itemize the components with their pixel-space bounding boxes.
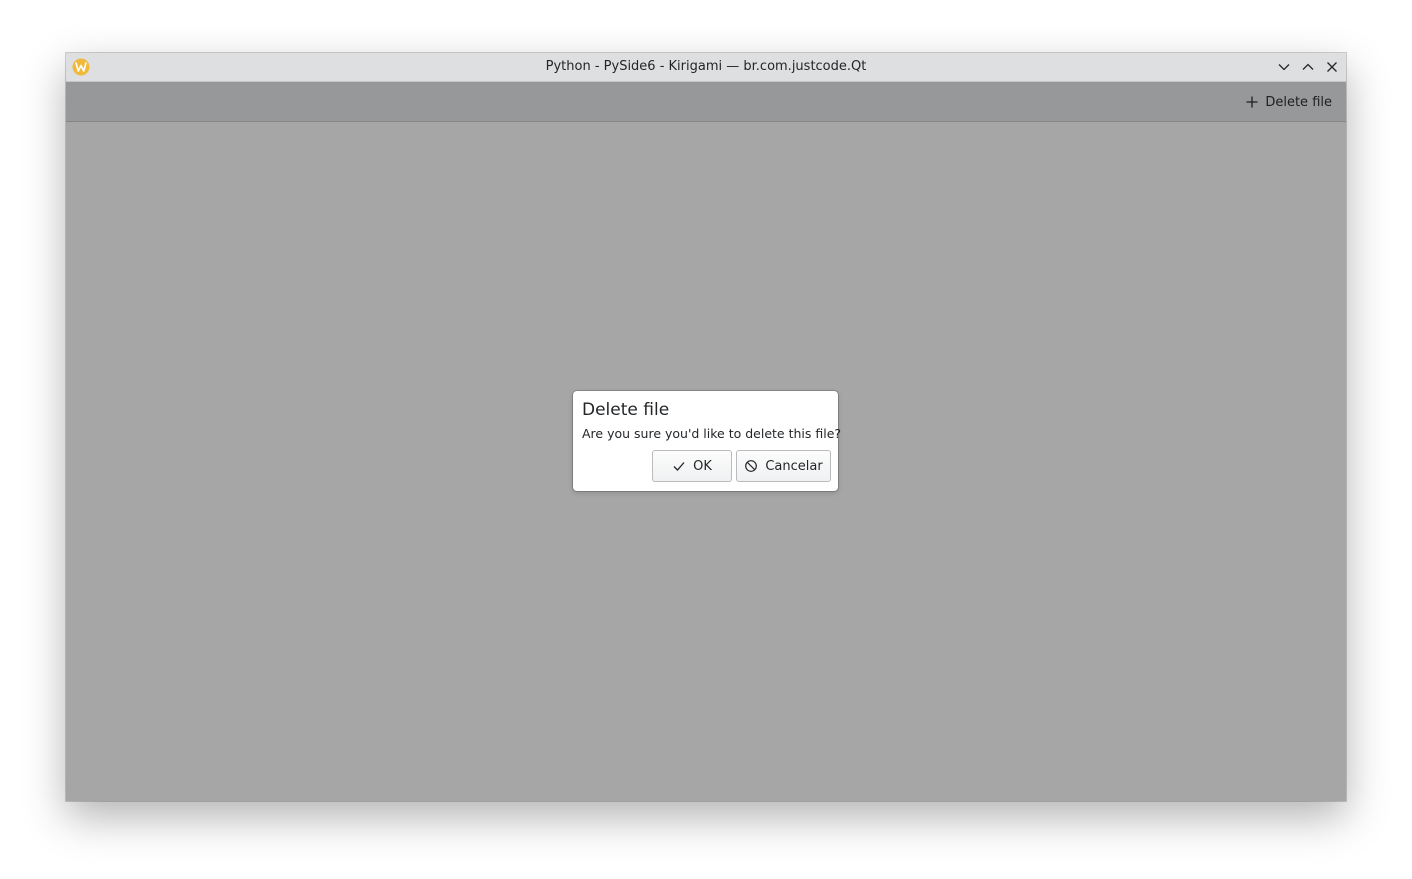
cancel-button[interactable]: Cancelar	[736, 450, 831, 482]
ok-button-label: OK	[693, 458, 712, 474]
title-bar[interactable]: Python - PySide6 - Kirigami — br.com.jus…	[66, 53, 1346, 82]
plus-icon	[1245, 95, 1259, 109]
ok-button[interactable]: OK	[652, 450, 732, 482]
dialog-message: Are you sure you'd like to delete this f…	[582, 426, 842, 441]
dialog-title: Delete file	[582, 400, 670, 420]
checkmark-icon	[672, 459, 686, 473]
close-icon[interactable]	[1324, 59, 1340, 75]
window-title: Python - PySide6 - Kirigami — br.com.jus…	[545, 59, 867, 74]
cancel-button-label: Cancelar	[765, 458, 823, 474]
minimize-icon[interactable]	[1276, 59, 1292, 75]
delete-file-action-label: Delete file	[1265, 94, 1332, 110]
delete-confirm-dialog: Delete file Are you sure you'd like to d…	[573, 391, 842, 491]
delete-file-action[interactable]: Delete file	[1245, 92, 1332, 112]
header-toolbar: Delete file	[66, 82, 1346, 122]
maximize-icon[interactable]	[1300, 59, 1316, 75]
cancel-icon	[744, 459, 758, 473]
